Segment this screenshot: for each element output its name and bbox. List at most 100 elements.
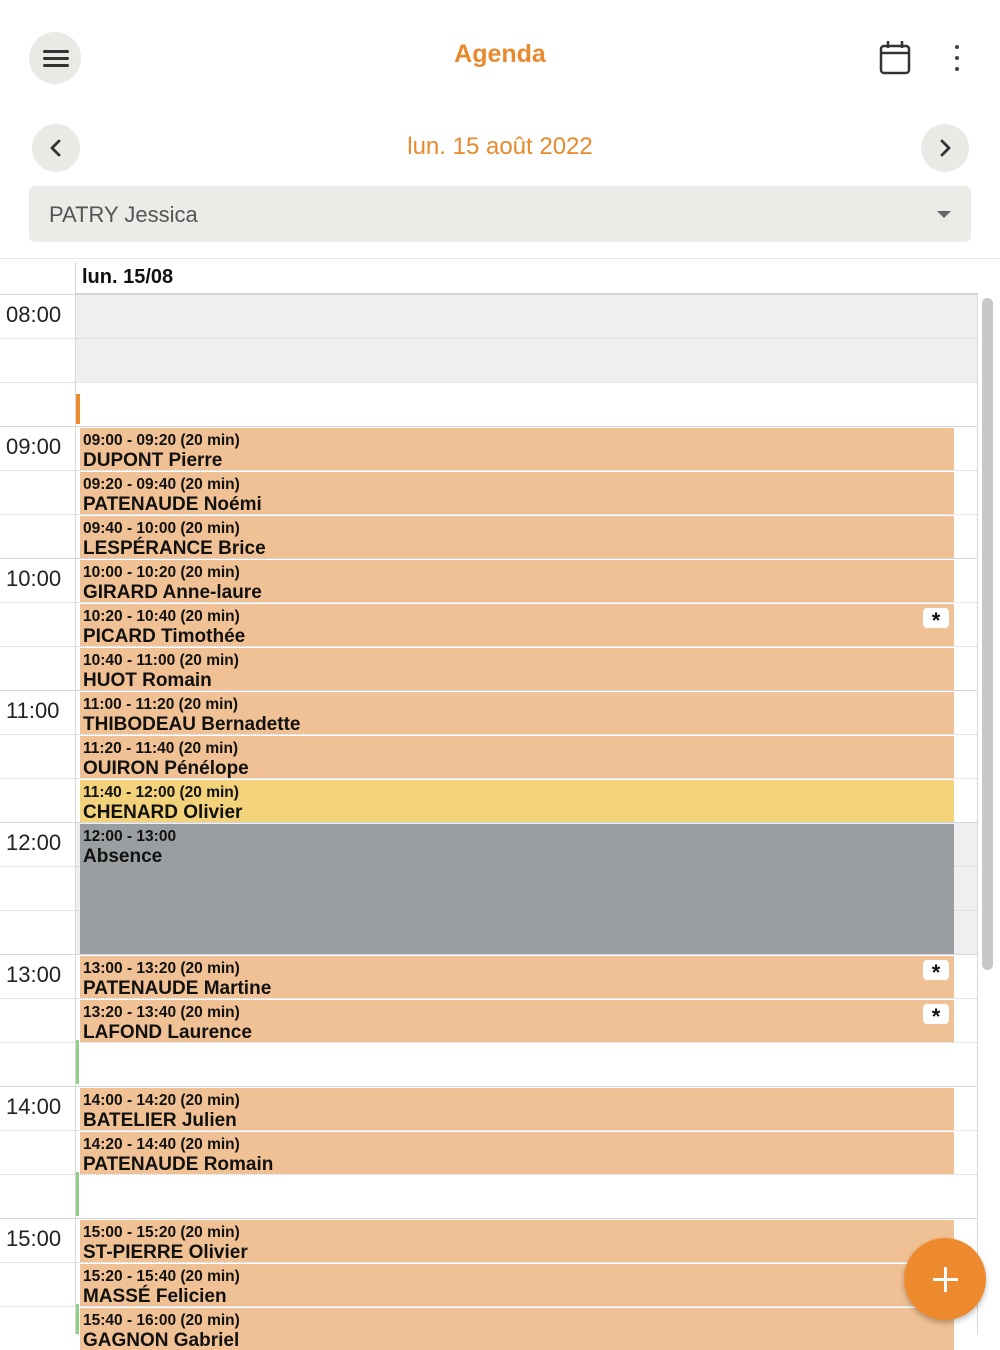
time-gutter-line (0, 558, 75, 559)
calendar-top-divider (0, 258, 1000, 259)
appointment-patient-name: Absence (83, 846, 163, 867)
scrollbar[interactable] (982, 298, 993, 970)
hour-label: 13:00 (6, 962, 62, 987)
appointment-time: 10:20 - 10:40 (20 min) (83, 608, 240, 625)
time-gutter-line (0, 1174, 75, 1175)
previous-day-button[interactable] (32, 124, 80, 172)
grid-line (76, 1262, 977, 1263)
grid-line (76, 1086, 977, 1087)
time-gutter-line (0, 954, 75, 955)
grid-line (76, 646, 977, 647)
appointment-patient-name: GAGNON Gabriel (83, 1330, 240, 1350)
appointment-time: 09:00 - 09:20 (20 min) (83, 432, 240, 449)
appointment-time: 15:00 - 15:20 (20 min) (83, 1224, 240, 1241)
appointment-block[interactable]: 09:40 - 10:00 (20 min) LESPÉRANCE Brice (80, 516, 954, 558)
appointment-time: 13:20 - 13:40 (20 min) (83, 1004, 240, 1021)
appointment-patient-name: PATENAUDE Noémi (83, 494, 262, 514)
grid-line (76, 294, 977, 295)
availability-marker (76, 394, 80, 424)
grid-line (76, 602, 977, 603)
hour-label: 11:00 (6, 698, 60, 723)
appointment-time: 11:20 - 11:40 (20 min) (83, 740, 239, 757)
appointment-patient-name: CHENARD Olivier (83, 802, 243, 822)
appointment-patient-name: PICARD Timothée (83, 626, 246, 646)
dropdown-caret-icon (937, 211, 951, 218)
calendar-icon[interactable] (878, 40, 912, 76)
grid-line (76, 1306, 977, 1307)
day-column-header: lun. 15/08 (82, 266, 174, 288)
time-gutter-line (0, 470, 75, 471)
appointment-time: 10:00 - 10:20 (20 min) (83, 564, 240, 581)
appointment-block[interactable]: 09:20 - 09:40 (20 min) PATENAUDE Noémi (80, 472, 954, 514)
appointment-patient-name: BATELIER Julien (83, 1110, 237, 1130)
appointment-block[interactable]: 13:20 - 13:40 (20 min) LAFOND Laurence * (80, 1000, 954, 1042)
appointment-patient-name: MASSÉ Felicien (83, 1286, 227, 1306)
appointment-block[interactable]: 14:00 - 14:20 (20 min) BATELIER Julien (80, 1088, 954, 1130)
time-gutter-line (0, 866, 75, 867)
appointment-block[interactable]: 10:00 - 10:20 (20 min) GIRARD Anne-laure (80, 560, 954, 602)
time-gutter-line (0, 514, 75, 515)
time-gutter-line (0, 1042, 75, 1043)
appointment-patient-name: PATENAUDE Martine (83, 978, 272, 998)
appointment-patient-name: LAFOND Laurence (83, 1022, 252, 1042)
time-gutter-line (0, 602, 75, 603)
time-gutter-line (0, 1262, 75, 1263)
time-gutter-line (0, 294, 75, 295)
appointment-time: 14:20 - 14:40 (20 min) (83, 1136, 240, 1153)
hour-label: 15:00 (6, 1226, 62, 1251)
appointment-time: 13:00 - 13:20 (20 min) (83, 960, 240, 977)
practitioner-select[interactable]: PATRY Jessica (29, 186, 971, 242)
grid-line (76, 470, 977, 471)
menu-button[interactable] (29, 32, 81, 84)
hour-label: 14:00 (6, 1094, 62, 1119)
appointment-block[interactable]: 15:20 - 15:40 (20 min) MASSÉ Felicien (80, 1264, 954, 1306)
time-gutter-line (0, 1306, 75, 1307)
hour-label: 09:00 (6, 434, 62, 459)
next-day-button[interactable] (921, 124, 969, 172)
appointment-block[interactable]: 11:20 - 11:40 (20 min) OUIRON Pénélope (80, 736, 954, 778)
appointment-patient-name: PATENAUDE Romain (83, 1154, 274, 1174)
availability-marker (76, 1304, 79, 1334)
appointment-block[interactable]: 11:00 - 11:20 (20 min) THIBODEAU Bernadet… (80, 692, 954, 734)
grid-line (76, 734, 977, 735)
grid-line (76, 1130, 977, 1131)
grid-line (76, 426, 977, 427)
appointment-time: 09:20 - 09:40 (20 min) (83, 476, 240, 493)
appointment-block[interactable]: 10:40 - 11:00 (20 min) HUOT Romain (80, 648, 954, 690)
appointment-time: 12:00 - 13:00 (83, 828, 177, 845)
appointment-block[interactable]: 14:20 - 14:40 (20 min) PATENAUDE Romain (80, 1132, 954, 1174)
appointment-block[interactable]: 15:00 - 15:20 (20 min) ST-PIERRE Olivier (80, 1220, 954, 1262)
time-gutter-line (0, 778, 75, 779)
time-gutter-line (0, 690, 75, 691)
chevron-right-icon (940, 139, 951, 157)
availability-marker (76, 1040, 79, 1084)
absence-block[interactable]: 12:00 - 13:00 Absence (80, 824, 954, 954)
time-gutter-line (0, 338, 75, 339)
practitioner-select-value: PATRY Jessica (49, 202, 198, 227)
hour-label: 10:00 (6, 566, 62, 591)
availability-marker (76, 1172, 79, 1216)
appointment-block[interactable]: 09:00 - 09:20 (20 min) DUPONT Pierre (80, 428, 954, 470)
appointment-block[interactable]: 15:40 - 16:00 (20 min) GAGNON Gabriel (80, 1308, 954, 1350)
time-gutter-line (0, 1218, 75, 1219)
time-gutter-line (0, 382, 75, 383)
asterisk-flag-icon: * (923, 1004, 949, 1029)
grid-line (76, 558, 977, 559)
time-gutter-line (0, 1130, 75, 1131)
appointment-block[interactable]: 10:20 - 10:40 (20 min) PICARD Timothée * (80, 604, 954, 646)
add-appointment-button[interactable] (904, 1238, 986, 1320)
appointment-time: 15:40 - 16:00 (20 min) (83, 1312, 240, 1329)
current-date: lun. 15 août 2022 (407, 133, 593, 160)
time-gutter-line (0, 910, 75, 911)
grid-line (76, 1174, 977, 1175)
appointment-block[interactable]: 11:40 - 12:00 (20 min) CHENARD Olivier (80, 780, 954, 822)
hour-label: 12:00 (6, 830, 62, 855)
grid-line (76, 778, 977, 779)
appointment-time: 11:00 - 11:20 (20 min) (83, 696, 239, 713)
page-title: Agenda (454, 40, 546, 68)
appointment-block[interactable]: 13:00 - 13:20 (20 min) PATENAUDE Martine * (80, 956, 954, 998)
more-vertical-icon[interactable] (950, 42, 964, 74)
appointment-time: 11:40 - 12:00 (20 min) (83, 784, 239, 801)
asterisk-flag-icon: * (923, 960, 949, 985)
appointment-patient-name: GIRARD Anne-laure (83, 582, 262, 602)
